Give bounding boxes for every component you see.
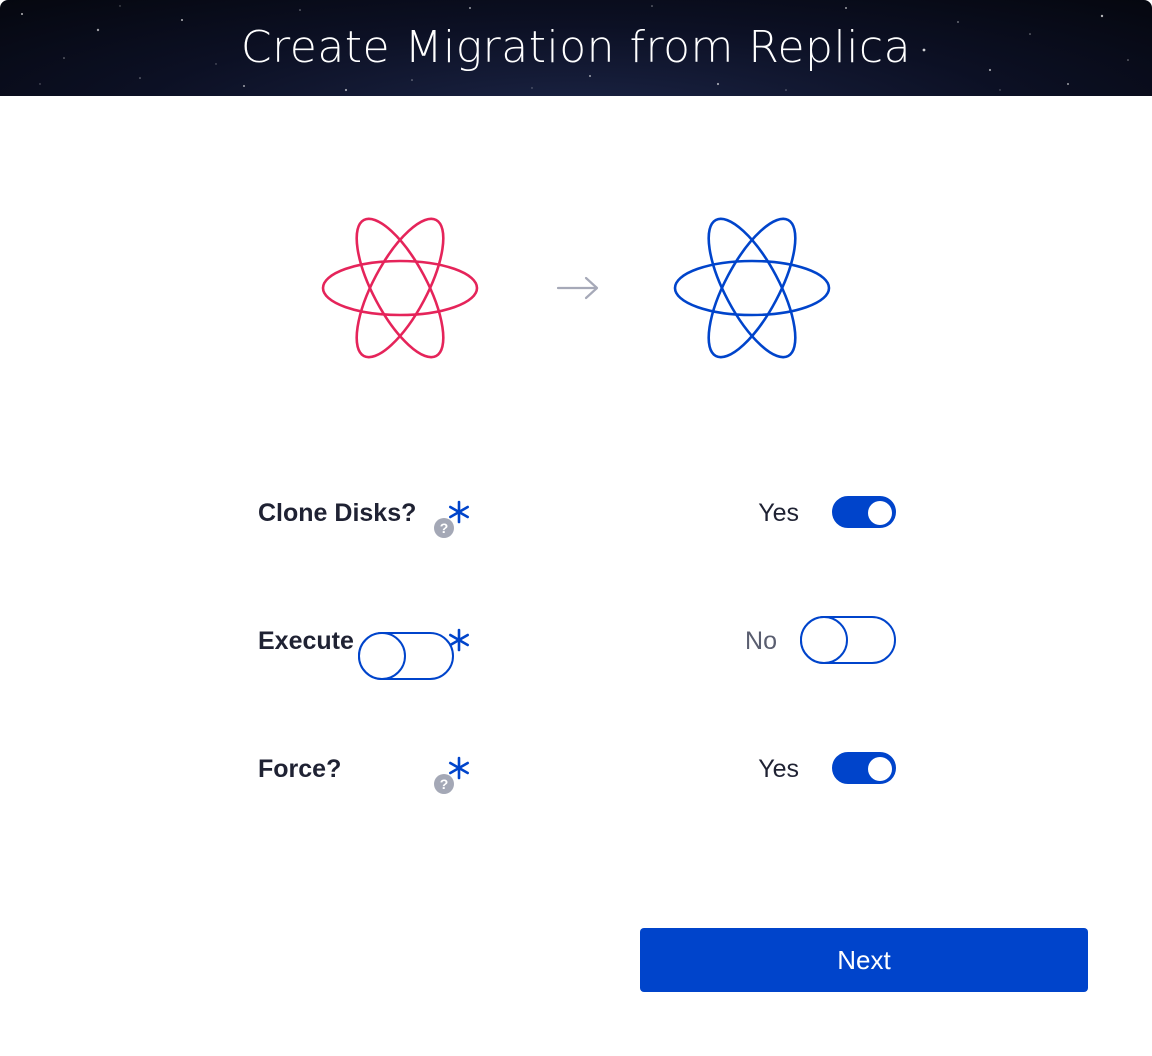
help-icon[interactable]: ? [434, 518, 454, 538]
arrow-right-icon [556, 276, 599, 300]
clone-disks-value: Yes [758, 499, 799, 527]
force-label: Force? [258, 755, 342, 783]
execute-overlay-toggle[interactable] [358, 632, 454, 680]
migration-diagram [321, 217, 831, 359]
help-icon[interactable]: ? [434, 774, 454, 794]
create-migration-modal: Create Migration from Replica Clone Disk… [0, 0, 1152, 1056]
toggle-knob [868, 501, 892, 525]
toggle-knob [358, 632, 406, 680]
source-cloud-icon [321, 217, 479, 359]
target-cloud-icon [673, 217, 831, 359]
toggle-knob [868, 757, 892, 781]
execute-label: Execute [258, 627, 354, 655]
next-button[interactable]: Next [640, 928, 1088, 992]
clone-disks-label: Clone Disks? [258, 499, 417, 527]
execute-value: No [745, 627, 777, 655]
force-value: Yes [758, 755, 799, 783]
toggle-knob [800, 616, 848, 664]
force-toggle[interactable] [832, 752, 896, 784]
clone-disks-toggle[interactable] [832, 496, 896, 528]
execute-toggle[interactable] [800, 616, 896, 664]
